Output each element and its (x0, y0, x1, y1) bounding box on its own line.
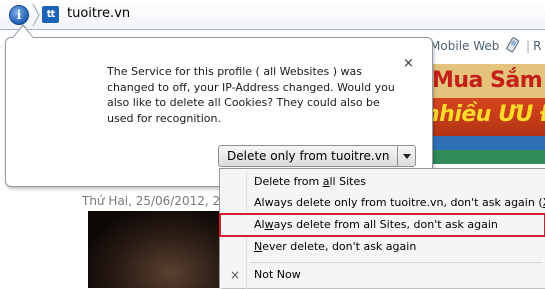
url-text[interactable]: tuoitre.vn (67, 6, 130, 21)
nav-separator: | (526, 39, 531, 53)
delete-options-menu: Delete from all Sites Always delete only… (219, 168, 545, 289)
menu-item-always-delete-all-sites[interactable]: Always delete from all Sites, don't ask … (219, 213, 545, 237)
popup-message: The Service for this profile ( all Websi… (107, 65, 395, 125)
ad-banner[interactable]: Mua Sắm nhiều ƯU Đ (420, 64, 545, 164)
nav-extra-link[interactable]: R (533, 39, 541, 53)
menu-item-label: Not Now (254, 268, 301, 281)
banner-strip (420, 136, 545, 150)
banner-line-2: nhiều ƯU Đ (424, 102, 545, 127)
close-icon[interactable]: × (403, 56, 414, 71)
banner-top-band: Mua Sắm (420, 64, 545, 98)
cookie-notification-popup: The Service for this profile ( all Websi… (5, 37, 433, 187)
page-top-nav: |Mobile Web |R (420, 37, 541, 53)
menu-item-not-now[interactable]: × Not Now (222, 265, 544, 285)
menu-item-label: Never delete, don't ask again (254, 240, 417, 253)
menu-item-always-delete-site[interactable]: Always delete only from tuoitre.vn, don'… (222, 193, 545, 213)
nav-mobile-web-link[interactable]: Mobile Web (430, 39, 499, 53)
banner-middle-band: nhiều ƯU Đ (420, 98, 545, 136)
menu-item-delete-all-sites[interactable]: Delete from all Sites (222, 172, 544, 192)
close-icon: × (230, 268, 241, 282)
menu-item-label: Always delete only from tuoitre.vn, don'… (254, 196, 545, 209)
banner-bottom-band (420, 150, 545, 164)
chevron-down-icon (403, 154, 412, 159)
site-info-icon[interactable]: i (9, 5, 29, 25)
article-date: Thứ Hai, 25/06/2012, 22: (82, 194, 232, 208)
dropdown-toggle-button[interactable] (397, 145, 417, 167)
menu-separator (250, 262, 542, 263)
menu-item-never-delete[interactable]: Never delete, don't ask again (222, 237, 544, 257)
delete-split-button: Delete only from tuoitre.vn (218, 145, 417, 167)
url-bar: i tt tuoitre.vn (0, 0, 545, 30)
article-photo[interactable] (88, 211, 225, 288)
banner-line-1: Mua Sắm (432, 68, 543, 93)
site-favicon: tt (42, 6, 59, 23)
menu-item-label: Always delete from all Sites, don't ask … (254, 218, 498, 231)
popup-pointer-fill (13, 26, 33, 38)
mobile-phone-icon (506, 37, 520, 53)
menu-item-label: Delete from all Sites (254, 175, 366, 188)
delete-only-site-button[interactable]: Delete only from tuoitre.vn (218, 145, 398, 167)
